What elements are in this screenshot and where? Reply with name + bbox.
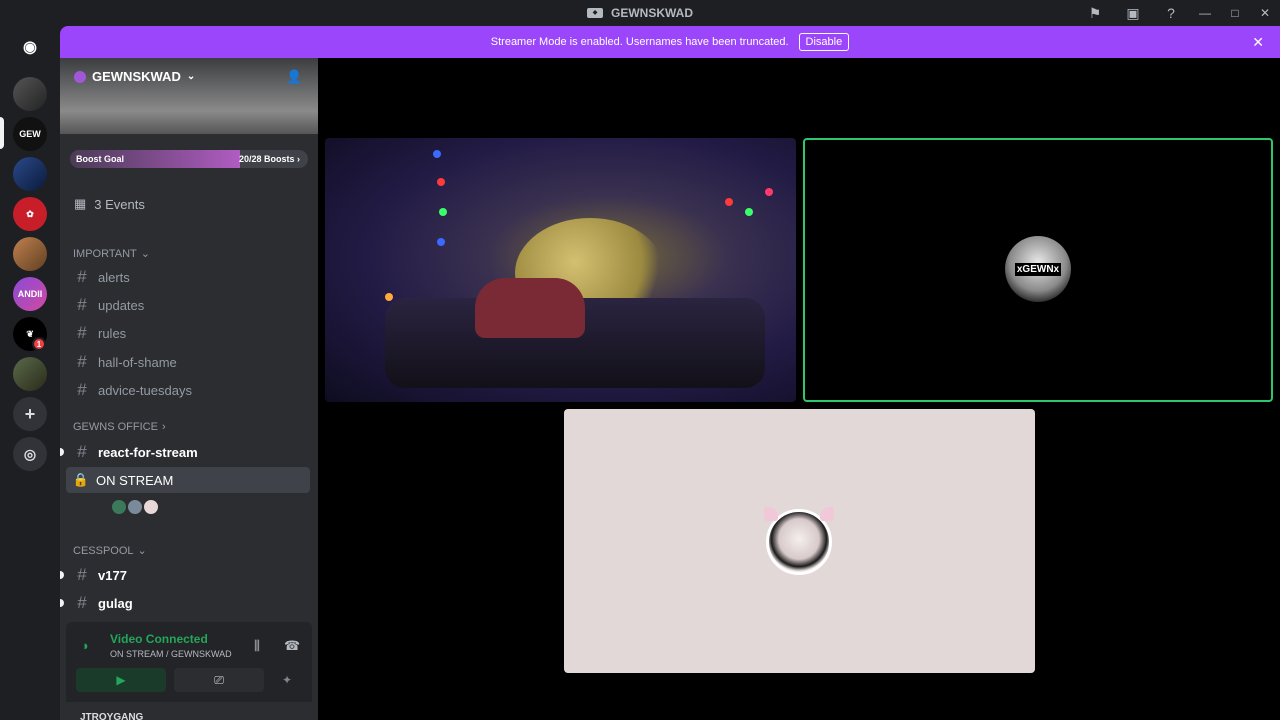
flag-icon[interactable]: ⚑	[1076, 0, 1114, 26]
string-light	[745, 208, 753, 216]
server-icon-andii[interactable]: ANDII	[13, 277, 47, 311]
close-window-button[interactable]: ✕	[1250, 0, 1280, 26]
channel-advice-tuesdays[interactable]: # advice-tuesdays	[66, 377, 310, 403]
category-cesspool[interactable]: CESSPOOL ⌄	[73, 544, 147, 558]
hashtag-icon: #	[77, 267, 87, 286]
voice-status[interactable]: Video Connected	[110, 632, 208, 646]
category-important[interactable]: IMPORTANT ⌄	[73, 247, 150, 261]
person-shape	[475, 278, 585, 338]
server-icon-car[interactable]	[13, 77, 47, 111]
avatar: xGEWNx	[1005, 236, 1071, 302]
unread-indicator	[60, 599, 64, 607]
window-title: GEWNSKWAD	[611, 6, 693, 20]
category-gewns-office[interactable]: GEWNS OFFICE ›	[73, 421, 166, 433]
voice-location[interactable]: ON STREAM / GEWNSKWAD	[110, 649, 232, 659]
window-title-group: ◆ GEWNSKWAD	[587, 6, 693, 20]
disconnect-icon[interactable]: ☎	[284, 638, 300, 654]
string-light	[437, 178, 445, 186]
string-light	[437, 238, 445, 246]
activities-button[interactable]: ✦	[272, 668, 302, 692]
server-icon-car-blue[interactable]	[13, 157, 47, 191]
chevron-down-icon: ⌄	[137, 545, 147, 557]
string-light	[439, 208, 447, 216]
title-bar-controls: ⚑ ▣ ? — □ ✕	[1076, 0, 1280, 26]
explore-servers-icon[interactable]: ◎	[13, 437, 47, 471]
camera-button[interactable]: ▶	[76, 668, 166, 692]
channel-gulag[interactable]: # gulag	[60, 590, 310, 616]
hashtag-icon: #	[77, 565, 87, 584]
hashtag-icon: #	[77, 352, 87, 371]
title-bar: ◆ GEWNSKWAD ⚑ ▣ ? — □ ✕	[0, 0, 1280, 26]
avatar[interactable]	[142, 498, 160, 516]
voice-channel-users	[110, 498, 160, 516]
server-icon-gewnskwad[interactable]: GEW	[13, 117, 47, 151]
inbox-icon[interactable]: ▣	[1114, 0, 1152, 26]
hashtag-icon: #	[77, 593, 87, 612]
string-light	[725, 198, 733, 206]
string-light	[385, 293, 393, 301]
server-banner[interactable]: GEWNSKWAD ⌄ 👤	[60, 58, 318, 134]
hashtag-icon: #	[77, 295, 87, 314]
hashtag-icon: #	[77, 442, 87, 461]
screen-share-button[interactable]: ⎚	[174, 668, 264, 692]
server-name-button[interactable]: GEWNSKWAD ⌄	[74, 69, 195, 84]
server-logo-icon: ◆	[587, 8, 603, 18]
calendar-icon: ▦	[74, 196, 87, 211]
notification-badge: 1	[32, 337, 46, 351]
minimize-button[interactable]: —	[1190, 0, 1220, 26]
channel-rules[interactable]: # rules	[66, 320, 310, 346]
server-icon-cat[interactable]	[13, 237, 47, 271]
hashtag-icon: #	[77, 323, 87, 342]
chevron-down-icon: ⌄	[140, 248, 150, 260]
disable-streamer-mode-button[interactable]: Disable	[798, 33, 850, 51]
user-area-name[interactable]: JTROYGANG	[80, 712, 143, 720]
string-light	[433, 150, 441, 158]
voice-channel-on-stream[interactable]: 🔒 ON STREAM	[66, 467, 310, 493]
close-icon[interactable]: ✕	[1252, 34, 1264, 51]
maximize-button[interactable]: □	[1220, 0, 1250, 26]
server-name: GEWNSKWAD	[92, 69, 181, 84]
selected-server-indicator	[0, 117, 4, 149]
invite-people-icon[interactable]: 👤	[286, 69, 302, 85]
boost-goal-label: Boost Goal	[76, 154, 125, 164]
help-icon[interactable]: ?	[1152, 0, 1190, 26]
boost-goal-bar[interactable]: Boost Goal 20/28 Boosts ›	[70, 150, 308, 168]
events-link[interactable]: ▦ 3 Events	[74, 196, 145, 212]
channel-alerts[interactable]: # alerts	[66, 264, 310, 290]
channel-hall-of-shame[interactable]: # hall-of-shame	[66, 349, 310, 375]
voice-connection-panel: ◗ Video Connected ON STREAM / GEWNSKWAD …	[66, 622, 312, 702]
unread-indicator	[60, 571, 64, 579]
video-tile-camera[interactable]	[325, 138, 796, 402]
add-server-icon[interactable]: +	[13, 397, 47, 431]
cat-ear-right-icon	[820, 507, 834, 521]
chevron-down-icon: ⌄	[186, 71, 196, 82]
boost-count: 20/28 Boosts ›	[238, 154, 300, 164]
server-list: ◉ GEW ✿ ANDII ❦ 1 + ◎	[0, 26, 60, 720]
server-icon-lizard[interactable]	[13, 357, 47, 391]
video-tile-speaking[interactable]: xGEWNx	[803, 138, 1273, 402]
avatar-text: xGEWNx	[1014, 262, 1062, 276]
channel-updates[interactable]: # updates	[66, 292, 310, 318]
signal-icon[interactable]: ◗	[82, 638, 90, 653]
channel-v177[interactable]: # v177	[60, 562, 310, 588]
string-light	[765, 188, 773, 196]
streamer-mode-banner: Streamer Mode is enabled. Usernames have…	[60, 26, 1280, 58]
unread-indicator	[60, 448, 64, 456]
discord-home-icon[interactable]: ◉	[13, 30, 47, 64]
events-label: 3 Events	[94, 196, 145, 212]
server-badge-icon	[74, 70, 86, 83]
lock-icon: 🔒	[72, 472, 90, 487]
noise-suppression-icon[interactable]: ⫼	[254, 638, 260, 654]
channel-react-for-stream[interactable]: # react-for-stream	[60, 439, 310, 465]
video-stage: xGEWNx	[318, 58, 1280, 720]
video-tile-user[interactable]	[564, 409, 1035, 673]
hashtag-icon: #	[77, 380, 87, 399]
cat-ear-left-icon	[764, 507, 778, 521]
server-icon-mushroom[interactable]: ✿	[13, 197, 47, 231]
banner-message: Streamer Mode is enabled. Usernames have…	[490, 36, 789, 48]
chevron-right-icon: ›	[161, 421, 166, 433]
channel-sidebar: GEWNSKWAD ⌄ 👤 Boost Goal 20/28 Boosts › …	[60, 58, 318, 720]
